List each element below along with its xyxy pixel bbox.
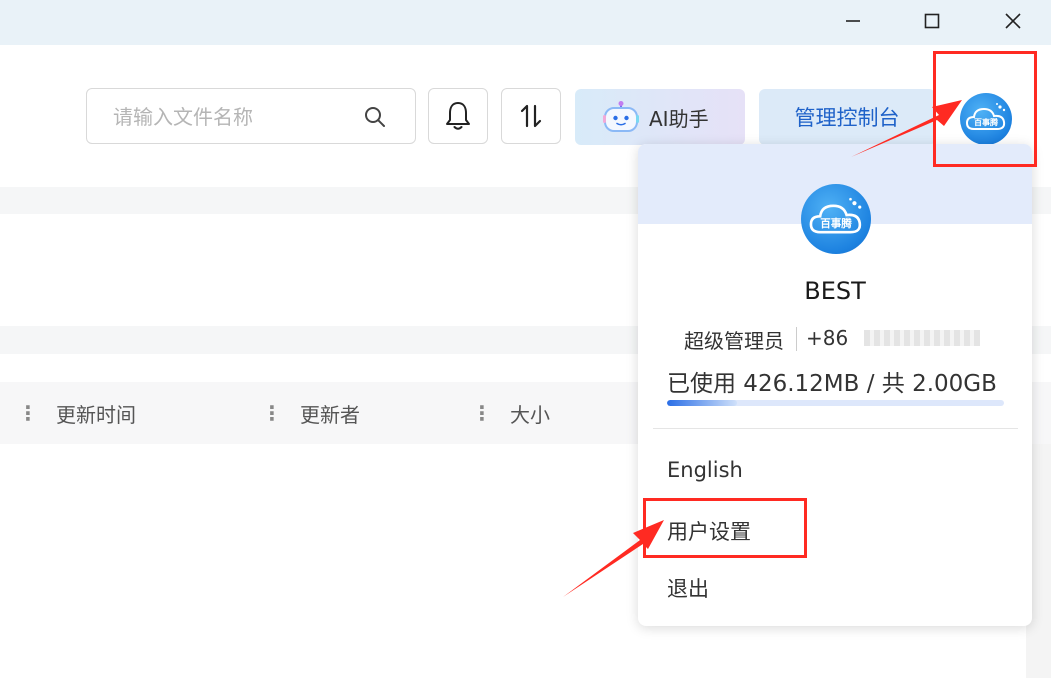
column-resize-handle-icon[interactable]: ⋮ bbox=[18, 401, 38, 425]
storage-usage-fill bbox=[667, 400, 738, 406]
search-input[interactable] bbox=[113, 103, 363, 131]
storage-usage-bar bbox=[667, 400, 1004, 406]
menu-item-logout[interactable]: 退出 bbox=[667, 573, 709, 603]
maximize-icon bbox=[924, 13, 940, 29]
avatar-brand-text: 百事腾 bbox=[820, 217, 852, 230]
close-icon bbox=[1005, 13, 1021, 29]
ai-assistant-label: AI助手 bbox=[649, 106, 709, 131]
column-label: 更新时间 bbox=[56, 402, 136, 427]
robot-icon bbox=[603, 101, 639, 132]
column-header-updater[interactable]: ⋮ 更新者 bbox=[262, 382, 360, 444]
column-label: 更新者 bbox=[300, 402, 360, 427]
bell-icon bbox=[446, 102, 470, 130]
avatar-brand-text: 百事腾 bbox=[974, 117, 999, 127]
minimize-button[interactable] bbox=[830, 0, 876, 42]
user-menu-avatar: 百事腾 bbox=[801, 184, 871, 254]
notification-button[interactable] bbox=[428, 88, 488, 144]
sort-button[interactable] bbox=[501, 88, 561, 144]
cloud-logo-icon: 百事腾 bbox=[965, 103, 1006, 130]
divider bbox=[653, 428, 1018, 429]
maximize-button[interactable] bbox=[909, 0, 955, 42]
menu-item-user-settings[interactable]: 用户设置 bbox=[667, 516, 751, 546]
column-header-size[interactable]: ⋮ 大小 bbox=[472, 382, 550, 444]
column-resize-handle-icon[interactable]: ⋮ bbox=[472, 401, 492, 425]
user-avatar[interactable]: 百事腾 bbox=[960, 93, 1012, 145]
column-label: 大小 bbox=[510, 402, 550, 427]
admin-console-button[interactable]: 管理控制台 bbox=[759, 89, 935, 145]
divider bbox=[796, 327, 797, 351]
user-role: 超级管理员 bbox=[684, 329, 784, 353]
search-icon[interactable] bbox=[363, 105, 387, 133]
cloud-logo-icon: 百事腾 bbox=[809, 197, 862, 234]
storage-usage-text: 已使用 426.12MB / 共 2.00GB bbox=[667, 371, 997, 397]
user-name: BEST bbox=[804, 277, 866, 305]
sort-arrows-icon bbox=[520, 104, 542, 128]
search-box[interactable] bbox=[86, 88, 416, 144]
close-button[interactable] bbox=[990, 0, 1036, 42]
minimize-icon bbox=[846, 20, 860, 22]
title-bar bbox=[0, 0, 1051, 45]
column-header-updated-time[interactable]: ⋮ 更新时间 bbox=[18, 382, 136, 444]
user-phone: +86 bbox=[806, 326, 849, 350]
menu-item-language[interactable]: English bbox=[667, 458, 743, 482]
ai-assistant-button[interactable]: AI助手 bbox=[575, 89, 745, 145]
column-resize-handle-icon[interactable]: ⋮ bbox=[262, 401, 282, 425]
redacted-phone bbox=[864, 330, 980, 346]
